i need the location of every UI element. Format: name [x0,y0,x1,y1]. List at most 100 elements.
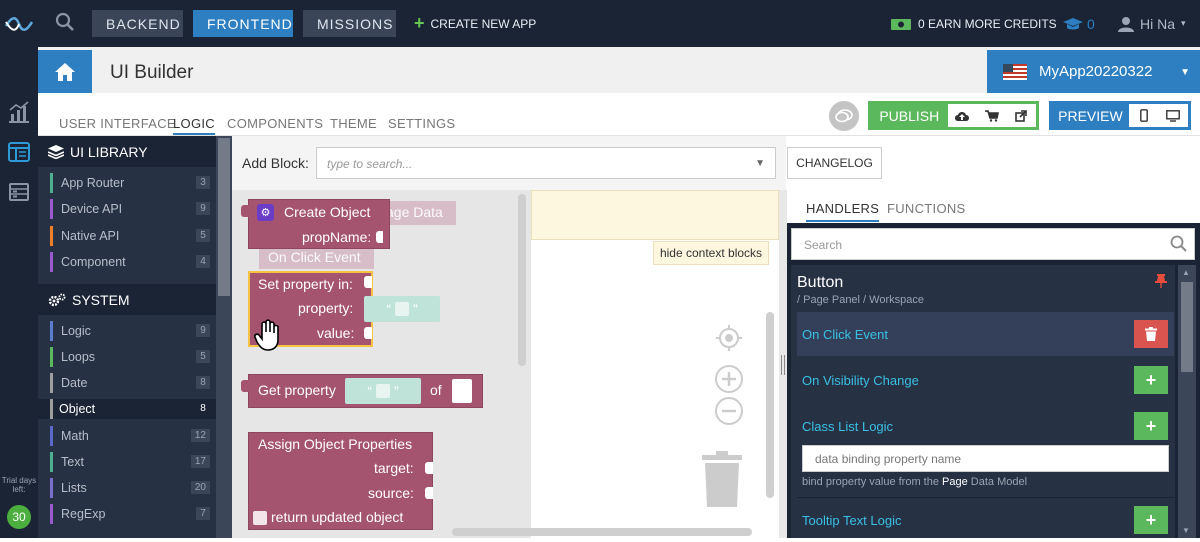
sidebar-item-label: App Router [61,176,125,190]
sidebar-item-count: 9 [196,324,210,337]
checkbox[interactable] [253,511,267,525]
chat-button[interactable] [829,101,859,131]
page-title: UI Builder [110,62,194,83]
backend-button[interactable]: BACKEND [92,10,183,37]
canvas-vscroll-thumb[interactable] [766,312,774,498]
cap-count: 0 [1087,15,1095,32]
analytics-icon[interactable] [7,100,31,124]
handler-label: Class List Logic [802,418,894,434]
target-label: target: [374,460,414,476]
tab-settings[interactable]: SETTINGS [388,116,455,131]
ui-library-header[interactable]: UI LIBRARY [38,136,216,167]
recenter-icon[interactable] [714,323,744,353]
missions-button[interactable]: MISSIONS [303,10,396,37]
tab-user-interface[interactable]: USER INTERFACE [59,116,176,131]
sidebar-item-lists[interactable]: Lists 20 [50,478,210,498]
handler-row-tooltip-text-logic[interactable]: Tooltip Text Logic [797,498,1174,542]
quote-open-icon: “ [386,301,391,317]
create-new-app-button[interactable]: + CREATE NEW APP [414,10,536,37]
earn-credits-link[interactable]: 0 EARN MORE CREDITS [890,10,1057,37]
cloud-upload-icon[interactable] [948,104,977,127]
block-search-input[interactable]: type to search... ▼ [316,147,776,179]
user-menu[interactable]: Hi Na ▾ [1118,10,1186,37]
database-icon[interactable] [7,180,31,204]
desktop-icon[interactable] [1158,104,1188,127]
gear-icon[interactable]: ⚙ [257,204,274,221]
ui-builder-icon[interactable] [7,140,31,164]
sidebar-item-regexp[interactable]: RegExp 7 [50,504,210,524]
home-button[interactable] [38,50,92,93]
trash-icon[interactable] [701,451,743,507]
object-input-slot[interactable] [452,379,472,403]
tab-components[interactable]: COMPONENTS [227,116,323,131]
cart-icon[interactable] [977,104,1006,127]
mobile-icon[interactable] [1129,104,1159,127]
add-handler-button[interactable]: + [1134,506,1168,534]
binding-hint-suffix: Data Model [970,476,1028,488]
plus-icon: + [1145,509,1157,530]
string-input-slot[interactable]: “” [345,378,421,404]
us-flag-icon [1003,63,1027,80]
sidebar-item-count: 5 [196,350,210,363]
sidebar-item-loops[interactable]: Loops 5 [50,347,210,367]
sidebar-item-math[interactable]: Math 12 [50,426,210,446]
value-label: value: [317,325,355,341]
sidebar-item-object[interactable]: Object 8 [38,399,216,419]
external-link-icon[interactable] [1007,104,1036,127]
tab-handlers[interactable]: HANDLERS [806,201,880,222]
pin-icon[interactable] [1154,274,1168,288]
sidebar-item-count: 8 [196,376,210,389]
input-connector [364,276,372,288]
flyout-scroll-thumb[interactable] [518,194,526,366]
publish-group: PUBLISH [868,101,1039,130]
add-handler-button[interactable]: + [1134,412,1168,440]
sidebar-item-date[interactable]: Date 8 [50,373,210,393]
data-binding-input[interactable]: data binding property name [802,445,1169,472]
sidebar-item-count: 4 [196,255,210,268]
scroll-up-icon[interactable]: ▲ [1182,268,1190,277]
layers-icon [48,144,64,159]
handlers-scroll-thumb[interactable] [1181,282,1193,372]
canvas-hscroll-thumb[interactable] [452,528,752,536]
handler-row-class-list-logic[interactable]: Class List Logic [797,404,1174,448]
string-field[interactable] [376,384,390,398]
sidebar-item-logic[interactable]: Logic 9 [50,321,210,341]
search-icon[interactable] [55,12,75,32]
sidebar-item-label: Device API [61,202,123,216]
sidebar-item-device-api[interactable]: Device API 9 [50,199,210,219]
delete-handler-button[interactable] [1134,320,1168,348]
system-header[interactable]: SYSTEM [38,284,216,315]
logo-icon[interactable] [0,0,38,47]
add-handler-button[interactable]: + [1134,366,1168,394]
app-selector[interactable]: MyApp20220322 ▼ [987,50,1200,93]
changelog-button[interactable]: CHANGELOG [787,147,882,179]
zoom-in-icon[interactable] [714,364,744,394]
handler-search-input[interactable]: Search [791,228,1195,260]
preview-button[interactable]: PREVIEW [1052,104,1129,127]
input-connector [425,462,433,474]
sidebar-scroll-thumb[interactable] [218,138,230,296]
string-input-slot[interactable]: “” [364,296,440,322]
graduation-cap-button[interactable]: 0 [1063,10,1095,37]
handler-row-on-visibility-change[interactable]: On Visibility Change [797,358,1174,402]
sidebar-item-app-router[interactable]: App Router 3 [50,173,210,193]
chevron-down-icon: ▼ [755,158,765,169]
tab-functions[interactable]: FUNCTIONS [887,201,966,216]
hide-context-blocks-button[interactable]: hide context blocks [653,241,769,265]
search-icon [1170,235,1188,256]
sidebar-item-text[interactable]: Text 17 [50,452,210,472]
frontend-button[interactable]: FRONTEND [193,10,293,37]
sidebar-item-native-api[interactable]: Native API 5 [50,226,210,246]
scroll-down-icon[interactable]: ▼ [1182,526,1190,535]
string-field[interactable] [395,302,409,316]
tab-theme[interactable]: THEME [330,116,377,131]
handler-row-on-click[interactable]: On Click Event [797,312,1174,356]
tab-logic[interactable]: LOGIC [173,116,215,135]
plus-icon: + [1145,415,1157,436]
splitter-handle-icon[interactable] [781,355,785,375]
publish-button[interactable]: PUBLISH [871,104,948,127]
zoom-out-icon[interactable] [714,396,744,426]
app-name: MyApp20220322 [1039,63,1153,80]
sidebar-item-component[interactable]: Component 4 [50,252,210,272]
handler-label: On Click Event [802,326,888,342]
